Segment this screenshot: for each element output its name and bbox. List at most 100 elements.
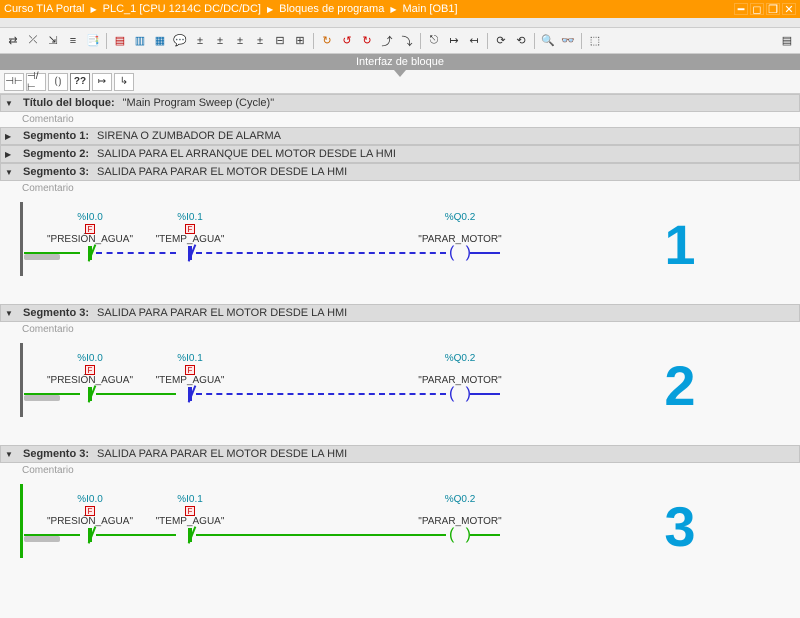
- ladder-network-3[interactable]: %I0.0 F "PRESIÓN_AGUA" %I0.1 F "TEMP_AGU…: [20, 484, 580, 558]
- ladder-network-1[interactable]: %I0.0 F "PRESIÓN_AGUA" %I0.1 F "TEMP_AGU…: [20, 202, 580, 276]
- tool-btn[interactable]: ⊟: [271, 32, 289, 50]
- tool-btn[interactable]: ⟳: [492, 32, 510, 50]
- segment-desc: SIRENA O ZUMBADOR DE ALARMA: [97, 130, 281, 142]
- rung-start: [24, 536, 60, 542]
- sym-branch-open[interactable]: ↦: [92, 73, 112, 91]
- expand-toggle-icon[interactable]: [5, 97, 15, 109]
- expand-toggle-icon[interactable]: [5, 166, 15, 178]
- nc-contact[interactable]: [88, 528, 92, 542]
- coil-address: %Q0.2: [445, 212, 476, 223]
- segment-comment[interactable]: Comentario: [0, 463, 800, 478]
- rung-start: [24, 395, 60, 401]
- tool-btn[interactable]: ⤫: [24, 32, 42, 50]
- tool-btn[interactable]: ⇄: [4, 32, 22, 50]
- breadcrumb-item[interactable]: Curso TIA Portal: [4, 3, 85, 15]
- restore-button[interactable]: ❐: [766, 3, 780, 15]
- tool-btn[interactable]: ⤵: [398, 32, 416, 50]
- contact-address: %I0.1: [177, 212, 203, 223]
- minimize-button[interactable]: ━: [734, 3, 748, 15]
- expand-toggle-icon[interactable]: [5, 448, 15, 460]
- separator: [420, 33, 421, 49]
- block-interface-strip[interactable]: Interfaz de bloque: [0, 54, 800, 70]
- segment-desc: SALIDA PARA EL ARRANQUE DEL MOTOR DESDE …: [97, 148, 396, 160]
- sym-nc-contact[interactable]: ⊣/⊢: [26, 73, 46, 91]
- tool-btn[interactable]: ↻: [318, 32, 336, 50]
- tool-btn[interactable]: ↻: [358, 32, 376, 50]
- wire: [24, 393, 80, 395]
- nc-contact[interactable]: [188, 387, 192, 401]
- block-comment[interactable]: Comentario: [0, 112, 800, 127]
- tool-btn[interactable]: ▤: [111, 32, 129, 50]
- block-interface-label: Interfaz de bloque: [356, 56, 444, 68]
- nc-contact[interactable]: [88, 387, 92, 401]
- tool-btn[interactable]: ▤: [778, 32, 796, 50]
- tool-btn[interactable]: 🔍: [539, 32, 557, 50]
- wire: [470, 534, 500, 536]
- wire: [96, 534, 176, 536]
- breadcrumb: Curso TIA Portal PLC_1 [CPU 1214C DC/DC/…: [4, 3, 458, 15]
- contact-tag: "PRESIÓN_AGUA": [47, 516, 133, 527]
- segment-desc: SALIDA PARA PARAR EL MOTOR DESDE LA HMI: [97, 448, 347, 460]
- expand-toggle-icon[interactable]: [5, 130, 15, 142]
- tool-btn[interactable]: ⬚: [586, 32, 604, 50]
- tool-btn[interactable]: ▥: [131, 32, 149, 50]
- tool-btn[interactable]: ⟲: [512, 32, 530, 50]
- segment-label: Segmento 2:: [23, 148, 89, 160]
- tool-btn[interactable]: ±: [191, 32, 209, 50]
- tool-btn[interactable]: ≡: [64, 32, 82, 50]
- tool-btn[interactable]: ⤴: [378, 32, 396, 50]
- coil[interactable]: [451, 244, 469, 260]
- separator: [487, 33, 488, 49]
- tool-btn[interactable]: 📑: [84, 32, 102, 50]
- coil-address: %Q0.2: [445, 353, 476, 364]
- segment-header-2[interactable]: Segmento 2: SALIDA PARA EL ARRANQUE DEL …: [0, 145, 800, 163]
- breadcrumb-item[interactable]: PLC_1 [CPU 1214C DC/DC/DC]: [103, 3, 261, 15]
- ladder-network-2[interactable]: %I0.0 F "PRESIÓN_AGUA" %I0.1 F "TEMP_AGU…: [20, 343, 580, 417]
- tool-btn[interactable]: ⎋: [425, 32, 443, 50]
- tool-btn[interactable]: 💬: [171, 32, 189, 50]
- maximize-button[interactable]: ◻: [750, 3, 764, 15]
- tool-btn[interactable]: ▦: [151, 32, 169, 50]
- breadcrumb-item[interactable]: Bloques de programa: [279, 3, 384, 15]
- tool-btn[interactable]: ±: [231, 32, 249, 50]
- sym-box[interactable]: ??: [70, 73, 90, 91]
- wire: [470, 393, 500, 395]
- nc-contact[interactable]: [188, 528, 192, 542]
- nc-contact[interactable]: [88, 246, 92, 260]
- segment-comment[interactable]: Comentario: [0, 322, 800, 337]
- coil[interactable]: [451, 526, 469, 542]
- tool-btn[interactable]: ⇲: [44, 32, 62, 50]
- segment-header-3c[interactable]: Segmento 3: SALIDA PARA PARAR EL MOTOR D…: [0, 445, 800, 463]
- expand-toggle-icon[interactable]: [5, 148, 15, 160]
- nc-contact[interactable]: [188, 246, 192, 260]
- segment-header-3b[interactable]: Segmento 3: SALIDA PARA PARAR EL MOTOR D…: [0, 304, 800, 322]
- segment-label: Segmento 1:: [23, 130, 89, 142]
- close-button[interactable]: ✕: [782, 3, 796, 15]
- segment-comment[interactable]: Comentario: [0, 181, 800, 196]
- block-title-row[interactable]: Título del bloque: "Main Program Sweep (…: [0, 94, 800, 112]
- segment-desc: SALIDA PARA PARAR EL MOTOR DESDE LA HMI: [97, 307, 347, 319]
- segment-label: Segmento 3:: [23, 448, 89, 460]
- tool-btn[interactable]: ↤: [465, 32, 483, 50]
- force-icon: F: [185, 224, 195, 234]
- sym-no-contact[interactable]: ⊣⊢: [4, 73, 24, 91]
- variant-number-3: 3: [580, 494, 780, 559]
- tool-btn[interactable]: 👓: [559, 32, 577, 50]
- rung-start: [24, 254, 60, 260]
- separator: [534, 33, 535, 49]
- coil-address: %Q0.2: [445, 494, 476, 505]
- contact-address: %I0.1: [177, 353, 203, 364]
- tool-btn[interactable]: ↦: [445, 32, 463, 50]
- segment-header-1[interactable]: Segmento 1: SIRENA O ZUMBADOR DE ALARMA: [0, 127, 800, 145]
- expand-toggle-icon[interactable]: [5, 307, 15, 319]
- breadcrumb-item[interactable]: Main [OB1]: [403, 3, 458, 15]
- sym-coil[interactable]: ⟮⟯: [48, 73, 68, 91]
- tool-btn[interactable]: ⊞: [291, 32, 309, 50]
- tool-btn[interactable]: ↺: [338, 32, 356, 50]
- coil[interactable]: [451, 385, 469, 401]
- segment-header-3[interactable]: Segmento 3: SALIDA PARA PARAR EL MOTOR D…: [0, 163, 800, 181]
- tool-btn[interactable]: ±: [211, 32, 229, 50]
- ladder-row: %I0.0 F "PRESIÓN_AGUA" %I0.1 F "TEMP_AGU…: [0, 196, 800, 292]
- tool-btn[interactable]: ±: [251, 32, 269, 50]
- sym-branch-close[interactable]: ↳: [114, 73, 134, 91]
